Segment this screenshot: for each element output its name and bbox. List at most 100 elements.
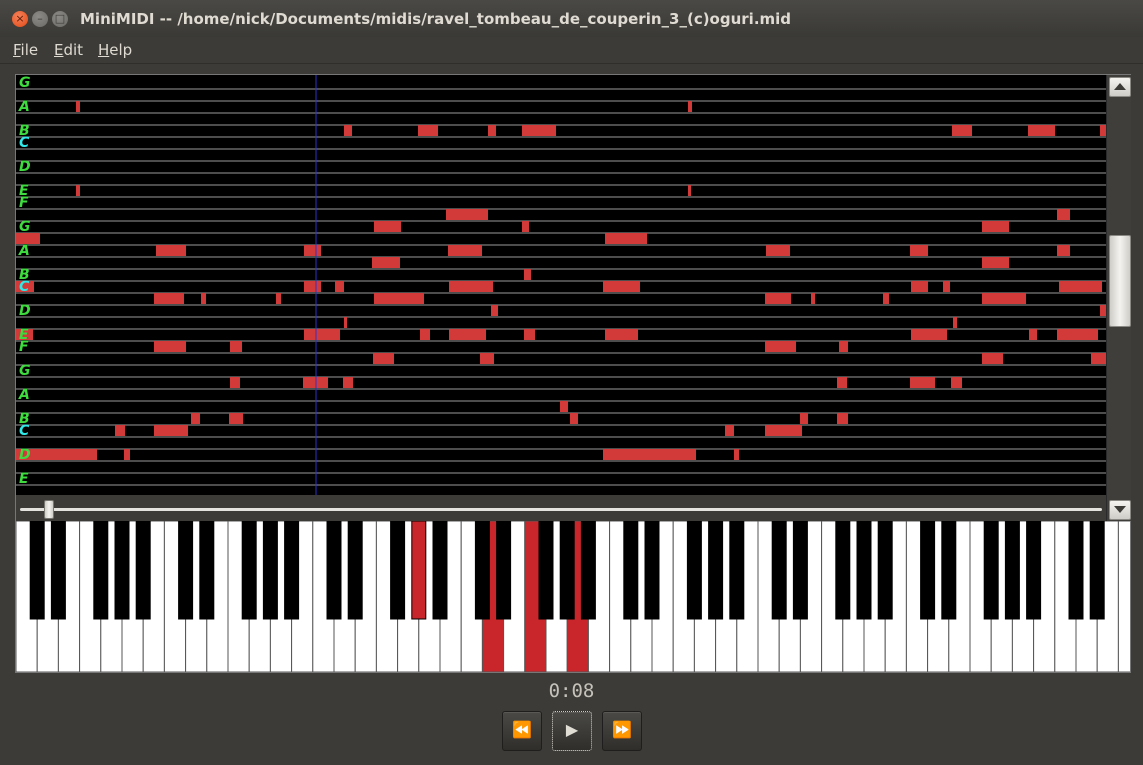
- black-key[interactable]: [178, 521, 194, 620]
- white-key[interactable]: [1117, 521, 1130, 672]
- note-block[interactable]: [335, 281, 344, 292]
- note-block[interactable]: [154, 425, 188, 436]
- black-key[interactable]: [835, 521, 851, 620]
- note-block[interactable]: [488, 125, 496, 136]
- black-key[interactable]: [1004, 521, 1020, 620]
- note-block[interactable]: [230, 377, 240, 388]
- black-key[interactable]: [686, 521, 702, 620]
- note-block[interactable]: [524, 269, 531, 280]
- note-block[interactable]: [304, 245, 321, 256]
- note-block[interactable]: [76, 101, 80, 112]
- note-block[interactable]: [952, 125, 972, 136]
- position-slider[interactable]: [16, 495, 1106, 521]
- note-block[interactable]: [765, 341, 796, 352]
- minimize-icon[interactable]: –: [32, 11, 48, 27]
- note-block[interactable]: [1059, 281, 1102, 292]
- black-key[interactable]: [983, 521, 999, 620]
- note-block[interactable]: [839, 341, 848, 352]
- menu-file[interactable]: File: [13, 41, 38, 59]
- note-block[interactable]: [734, 449, 739, 460]
- note-block[interactable]: [910, 377, 935, 388]
- black-key[interactable]: [347, 521, 363, 620]
- note-block[interactable]: [766, 245, 790, 256]
- note-block[interactable]: [201, 293, 206, 304]
- note-block[interactable]: [837, 377, 847, 388]
- black-key[interactable]: [538, 521, 554, 620]
- note-block[interactable]: [951, 377, 962, 388]
- slider-handle[interactable]: [44, 500, 54, 519]
- note-block[interactable]: [418, 125, 438, 136]
- note-block[interactable]: [154, 341, 186, 352]
- note-block[interactable]: [304, 329, 340, 340]
- black-key[interactable]: [50, 521, 66, 620]
- note-block[interactable]: [229, 413, 243, 424]
- note-block[interactable]: [1057, 329, 1098, 340]
- note-block[interactable]: [883, 293, 889, 304]
- black-key[interactable]: [1068, 521, 1084, 620]
- piano-roll[interactable]: GABCDEFGABCDEFGABCDE: [16, 75, 1106, 495]
- note-block[interactable]: [943, 281, 950, 292]
- piano-roll-canvas[interactable]: GABCDEFGABCDEFGABCDE: [16, 75, 1106, 495]
- note-block[interactable]: [603, 449, 696, 460]
- note-block[interactable]: [344, 317, 347, 328]
- note-block[interactable]: [1057, 245, 1070, 256]
- note-block[interactable]: [76, 185, 80, 196]
- note-block[interactable]: [480, 353, 494, 364]
- note-block[interactable]: [276, 293, 281, 304]
- black-key[interactable]: [792, 521, 808, 620]
- note-block[interactable]: [115, 425, 125, 436]
- note-block[interactable]: [605, 233, 647, 244]
- note-block[interactable]: [374, 293, 424, 304]
- scroll-up-button[interactable]: [1109, 77, 1131, 97]
- black-key[interactable]: [114, 521, 130, 620]
- black-key[interactable]: [326, 521, 342, 620]
- note-block[interactable]: [124, 449, 130, 460]
- black-key[interactable]: [1089, 521, 1105, 620]
- note-block[interactable]: [982, 257, 1009, 268]
- note-block[interactable]: [491, 305, 498, 316]
- black-key[interactable]: [771, 521, 787, 620]
- menu-edit[interactable]: Edit: [54, 41, 83, 59]
- note-block[interactable]: [560, 401, 568, 412]
- note-block[interactable]: [1029, 329, 1037, 340]
- note-block[interactable]: [1028, 125, 1055, 136]
- note-block[interactable]: [811, 293, 815, 304]
- note-block[interactable]: [191, 413, 200, 424]
- note-block[interactable]: [953, 317, 957, 328]
- scroll-thumb[interactable]: [1109, 235, 1131, 327]
- black-key[interactable]: [284, 521, 300, 620]
- black-key[interactable]: [241, 521, 257, 620]
- black-key[interactable]: [941, 521, 957, 620]
- note-block[interactable]: [765, 425, 802, 436]
- note-block[interactable]: [911, 329, 947, 340]
- scroll-down-button[interactable]: [1109, 500, 1131, 520]
- black-key[interactable]: [877, 521, 893, 620]
- close-icon[interactable]: ×: [12, 11, 28, 27]
- note-block[interactable]: [230, 341, 242, 352]
- vertical-scrollbar[interactable]: [1106, 75, 1131, 521]
- note-block[interactable]: [800, 413, 808, 424]
- black-key[interactable]: [920, 521, 936, 620]
- black-key[interactable]: [729, 521, 745, 620]
- black-key[interactable]: [856, 521, 872, 620]
- keyboard-canvas[interactable]: [16, 521, 1130, 672]
- note-block[interactable]: [688, 101, 692, 112]
- note-block[interactable]: [1057, 209, 1070, 220]
- note-block[interactable]: [837, 413, 848, 424]
- black-key[interactable]: [135, 521, 151, 620]
- black-key[interactable]: [262, 521, 278, 620]
- note-block[interactable]: [982, 221, 1009, 232]
- note-block[interactable]: [373, 353, 394, 364]
- black-key[interactable]: [93, 521, 109, 620]
- play-button[interactable]: ▶: [552, 711, 592, 751]
- black-key[interactable]: [390, 521, 406, 620]
- black-key[interactable]: [474, 521, 490, 620]
- black-key[interactable]: [580, 521, 596, 620]
- note-block[interactable]: [605, 329, 638, 340]
- black-key[interactable]: [1026, 521, 1042, 620]
- fast-forward-button[interactable]: ⏩: [602, 711, 642, 751]
- note-block[interactable]: [982, 353, 1003, 364]
- note-block[interactable]: [448, 245, 482, 256]
- rewind-button[interactable]: ⏪: [502, 711, 542, 751]
- note-block[interactable]: [522, 221, 529, 232]
